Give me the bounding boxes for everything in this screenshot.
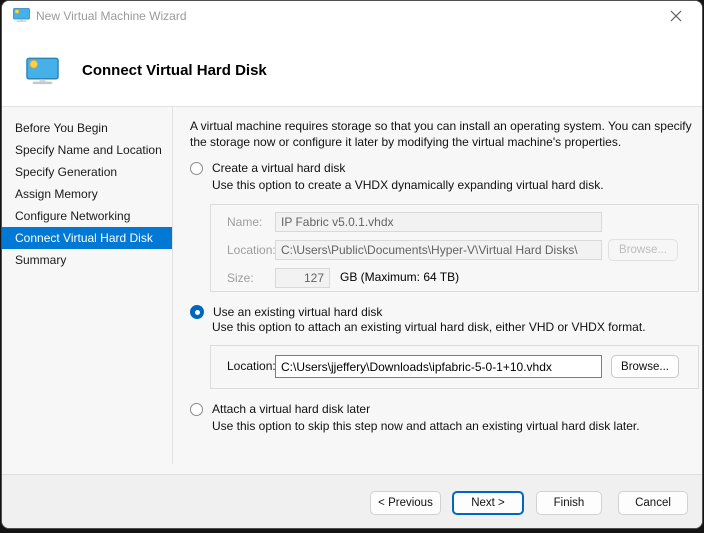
radio-later-label: Attach a virtual hard disk later (212, 402, 370, 416)
name-field (275, 212, 602, 232)
create-description: Use this option to create a VHDX dynamic… (212, 178, 604, 192)
radio-unselected-icon (190, 403, 203, 416)
browse-button-disabled: Browse... (608, 239, 678, 261)
previous-button[interactable]: < Previous (370, 491, 441, 515)
name-label: Name: (227, 215, 262, 229)
radio-use-existing-virtual-hard-disk[interactable]: Use an existing virtual hard disk (190, 304, 382, 320)
size-field (275, 268, 330, 288)
location-label: Location: (227, 359, 276, 373)
radio-create-virtual-hard-disk[interactable]: Create a virtual hard disk (190, 160, 345, 176)
sidebar-item-summary: Summary (2, 249, 172, 271)
location-field-disabled (275, 240, 602, 260)
window-title: New Virtual Machine Wizard (36, 9, 187, 23)
sidebar-item-assign-memory: Assign Memory (2, 183, 172, 205)
wizard-window: New Virtual Machine Wizard Connect Virtu… (1, 0, 703, 529)
later-description: Use this option to skip this step now an… (212, 419, 640, 433)
location-label-disabled: Location: (227, 243, 276, 257)
sidebar-item-specify-generation: Specify Generation (2, 161, 172, 183)
app-monitor-icon (13, 8, 30, 23)
sidebar-item-before-you-begin: Before You Begin (2, 117, 172, 139)
sidebar-item-configure-networking: Configure Networking (2, 205, 172, 227)
page-title: Connect Virtual Hard Disk (82, 62, 267, 79)
next-button[interactable]: Next > (452, 491, 524, 515)
radio-create-label: Create a virtual hard disk (212, 161, 345, 175)
location-field[interactable] (275, 355, 602, 378)
cancel-button[interactable]: Cancel (618, 491, 688, 515)
browse-button[interactable]: Browse... (611, 355, 679, 378)
titlebar: New Virtual Machine Wizard (2, 1, 702, 31)
finish-button[interactable]: Finish (536, 491, 602, 515)
existing-disk-groupbox: Location: Browse... (210, 345, 699, 389)
intro-text: A virtual machine requires storage so th… (190, 118, 696, 150)
sidebar-item-specify-name-and-location: Specify Name and Location (2, 139, 172, 161)
radio-existing-label: Use an existing virtual hard disk (213, 305, 382, 319)
radio-attach-later[interactable]: Attach a virtual hard disk later (190, 401, 370, 417)
radio-selected-icon (190, 305, 204, 319)
close-icon[interactable] (658, 3, 694, 29)
content-pane: A virtual machine requires storage so th… (188, 106, 700, 476)
size-label: Size: (227, 271, 254, 285)
create-disk-groupbox: Name: Location: Browse... Size: GB (Maxi… (210, 204, 699, 292)
existing-description: Use this option to attach an existing vi… (212, 320, 646, 334)
sidebar-divider (172, 107, 173, 464)
wizard-monitor-icon (26, 57, 59, 85)
footer-bar: < Previous Next > Finish Cancel (2, 474, 702, 528)
radio-unselected-icon (190, 162, 203, 175)
size-suffix: GB (Maximum: 64 TB) (340, 270, 459, 284)
sidebar: Before You Begin Specify Name and Locati… (2, 106, 172, 476)
sidebar-item-connect-virtual-hard-disk: Connect Virtual Hard Disk (2, 227, 172, 249)
